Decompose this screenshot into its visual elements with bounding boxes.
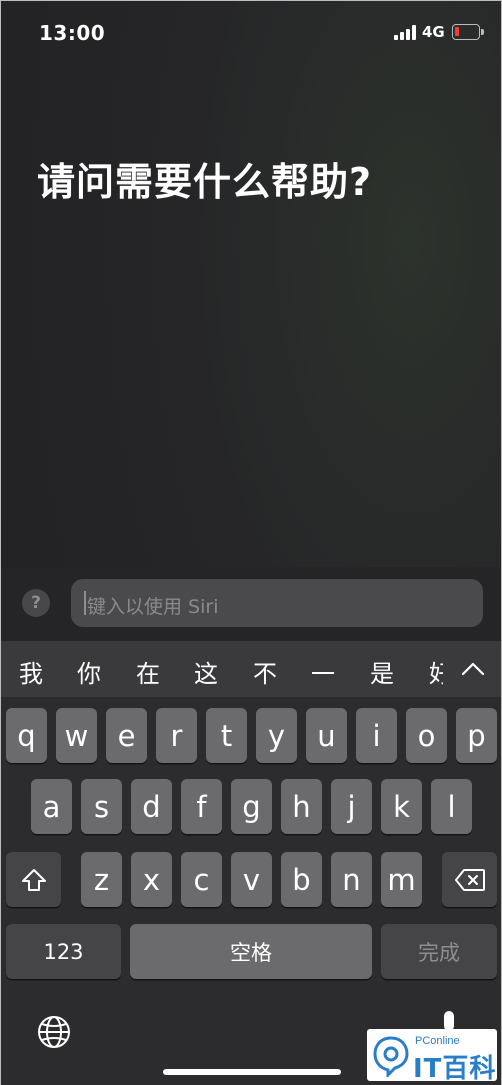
key-g[interactable]: g [231,779,272,834]
siri-text-input[interactable]: 键入以使用 Siri [71,579,483,627]
candidate-word[interactable]: 这 [194,654,218,689]
key-u[interactable]: u [306,708,347,763]
delete-key[interactable] [442,852,497,907]
key-y[interactable]: y [256,708,297,763]
siri-screen: 13:00 4G 请问需要什么帮助? ? 键入以使用 Siri 我 你 在 这 … [0,0,502,1085]
watermark-brand-big: IT百科 [413,1054,497,1084]
key-q[interactable]: q [6,708,47,763]
candidate-word[interactable]: 一 [311,654,335,689]
candidate-word[interactable]: 在 [136,654,160,689]
space-key[interactable]: 空格 [130,924,372,979]
key-h[interactable]: h [281,779,322,834]
home-indicator[interactable] [163,1069,341,1075]
cellular-signal-icon [394,25,418,40]
status-bar: 13:00 4G [1,1,501,63]
network-type: 4G [422,23,445,41]
key-x[interactable]: x [131,852,172,907]
key-d[interactable]: d [131,779,172,834]
expand-candidates-button[interactable] [443,641,501,697]
done-key[interactable]: 完成 [381,924,497,979]
key-j[interactable]: j [331,779,372,834]
key-i[interactable]: i [356,708,397,763]
siri-prompt: 请问需要什么帮助? [37,160,373,204]
candidate-word[interactable]: 是 [370,654,394,689]
key-m[interactable]: m [381,852,422,907]
candidate-word[interactable]: 我 [19,654,43,689]
siri-input-area: ? 键入以使用 Siri [1,567,501,641]
key-k[interactable]: k [381,779,422,834]
numbers-key[interactable]: 123 [6,924,121,979]
backspace-icon [454,868,485,891]
status-time: 13:00 [39,21,106,45]
key-o[interactable]: o [406,708,447,763]
text-cursor [84,591,86,615]
chevron-up-icon [461,662,485,676]
candidate-word[interactable]: 不 [253,654,277,689]
candidate-word[interactable]: 你 [77,654,101,689]
key-s[interactable]: s [81,779,122,834]
battery-icon [452,24,484,40]
key-b[interactable]: b [281,852,322,907]
key-t[interactable]: t [206,708,247,763]
watermark-logo: PConline IT百科 [367,1029,497,1084]
shift-icon [21,868,46,891]
key-n[interactable]: n [331,852,372,907]
watermark-brand-small: PConline [415,1035,460,1047]
key-l[interactable]: l [431,779,472,834]
key-p[interactable]: p [456,708,497,763]
key-f[interactable]: f [181,779,222,834]
watermark-mark-icon [373,1036,409,1077]
help-button[interactable]: ? [22,589,50,617]
key-r[interactable]: r [156,708,197,763]
key-e[interactable]: e [106,708,147,763]
key-z[interactable]: z [81,852,122,907]
input-placeholder: 键入以使用 Siri [87,596,219,618]
globe-icon[interactable] [36,1014,72,1050]
key-v[interactable]: v [231,852,272,907]
shift-key[interactable] [6,852,61,907]
keyboard: q w e r t y u i o p a s d f g h j k l z … [1,697,501,1085]
key-c[interactable]: c [181,852,222,907]
key-w[interactable]: w [56,708,97,763]
key-a[interactable]: a [31,779,72,834]
candidate-bar: 我 你 在 这 不 一 是 好 [1,641,501,697]
